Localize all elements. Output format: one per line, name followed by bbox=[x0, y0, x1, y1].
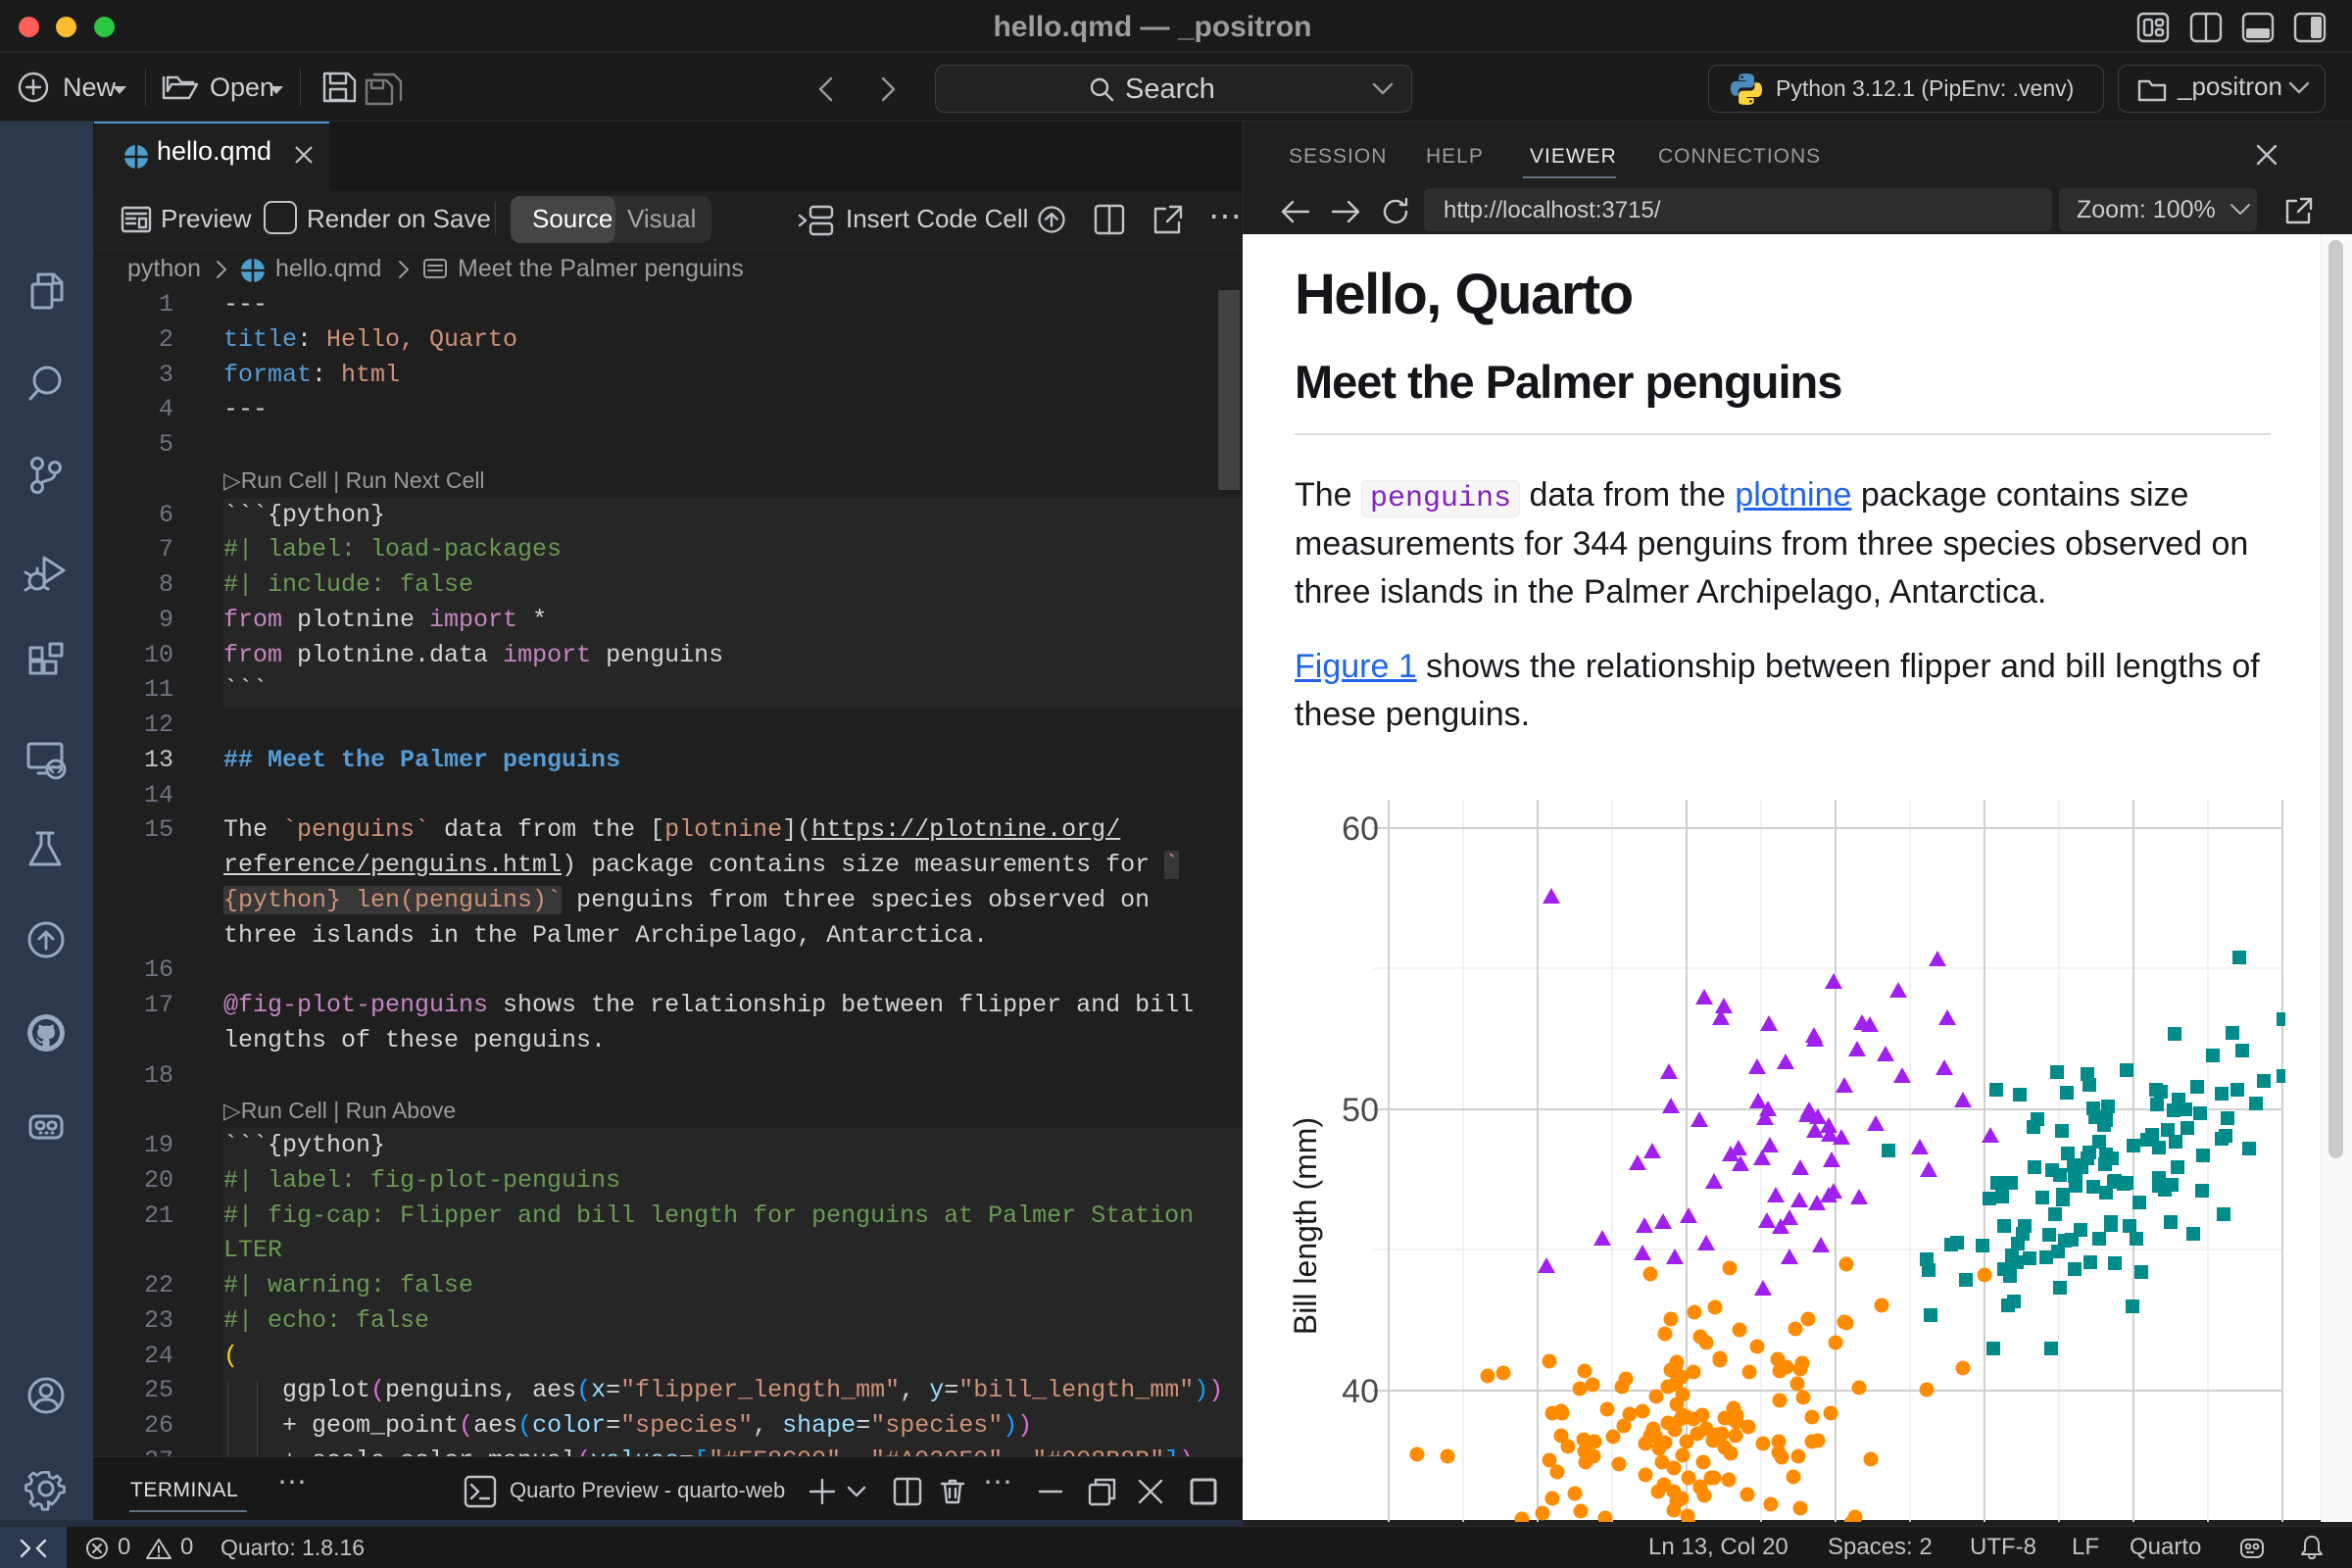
svg-text:Bill length (mm): Bill length (mm) bbox=[1288, 1117, 1323, 1335]
svg-text:50: 50 bbox=[1342, 1092, 1379, 1129]
svg-text:60: 60 bbox=[1342, 810, 1379, 848]
svg-text:40: 40 bbox=[1342, 1373, 1379, 1410]
